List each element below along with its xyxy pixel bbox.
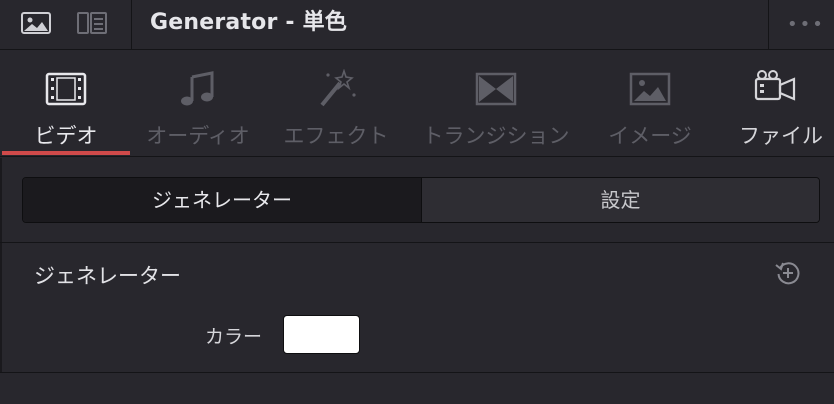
tab-label: オーディオ (146, 124, 250, 148)
reset-icon[interactable] (774, 259, 802, 287)
inspector-layout-icon[interactable] (76, 10, 108, 36)
bottom-area (0, 373, 834, 404)
magic-wand-icon (320, 69, 356, 107)
camera-icon (754, 70, 796, 101)
tab-effects[interactable]: エフェクト (272, 51, 400, 157)
options-area: ••• (768, 0, 834, 50)
tab-label: ビデオ (34, 124, 98, 148)
inspector-panel: Generator - 単色 ••• ビデオ オーディオ エフェクト トランジシ… (0, 0, 834, 404)
inspector-header: Generator - 単色 ••• (0, 0, 834, 50)
film-icon (45, 72, 87, 106)
image-view-icon[interactable] (20, 10, 52, 36)
tab-file[interactable]: ファイル (728, 51, 834, 157)
tab-audio[interactable]: オーディオ (134, 51, 262, 157)
segment-generator-button[interactable]: ジェネレーター (23, 178, 421, 222)
active-tab-indicator (2, 151, 130, 155)
segment-control: ジェネレーター 設定 (22, 177, 820, 223)
tab-label: ファイル (739, 124, 823, 148)
panel-edge (0, 158, 2, 404)
image-icon (629, 72, 671, 106)
transition-icon (475, 72, 517, 106)
color-swatch[interactable] (283, 315, 360, 354)
tab-video[interactable]: ビデオ (2, 51, 130, 157)
tab-label: エフェクト (283, 124, 389, 148)
tab-image[interactable]: イメージ (586, 51, 714, 157)
tab-transitions[interactable]: トランジション (418, 51, 574, 157)
segment-settings-button[interactable]: 設定 (421, 178, 819, 222)
tab-label: イメージ (608, 124, 692, 148)
page-title: Generator - 単色 (150, 10, 347, 35)
inspector-tabs: ビデオ オーディオ エフェクト トランジション イメージ ファイル (0, 51, 834, 157)
more-options-icon[interactable]: ••• (787, 14, 825, 35)
tab-label: トランジション (422, 124, 570, 148)
music-note-icon (181, 71, 214, 106)
color-label: カラー (204, 326, 262, 348)
section-title: ジェネレーター (34, 264, 181, 288)
divider (0, 242, 834, 243)
panel-toggle-area (0, 0, 132, 50)
